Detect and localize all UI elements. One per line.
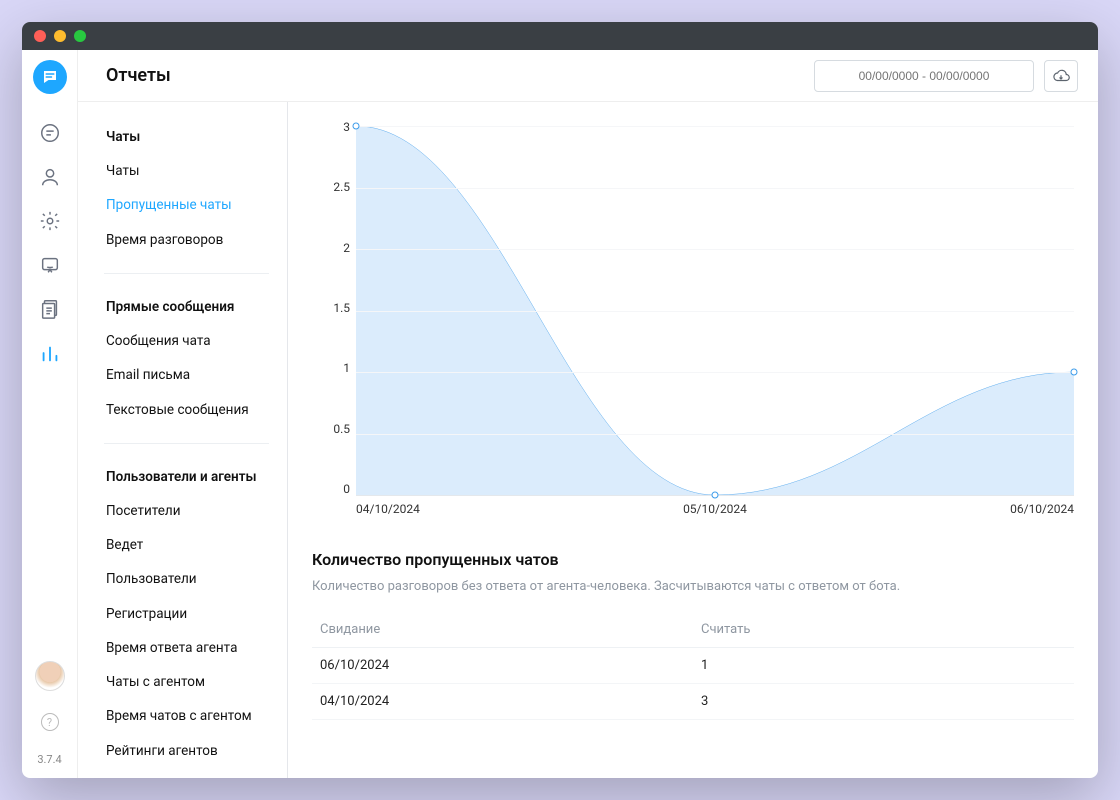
sidebar-item[interactable]: Пропущенные чаты: [78, 188, 287, 222]
page-header: Отчеты: [78, 50, 1098, 102]
sidebar-item[interactable]: Время чатов с агентом: [78, 699, 287, 733]
chart-y-axis: 32.521.510.50: [312, 120, 356, 496]
app-window: ? 3.7.4 Отчеты ЧатыЧатыПропущенные чатыВ…: [22, 22, 1098, 778]
sidebar-item[interactable]: Регистрации: [78, 597, 287, 631]
app-logo[interactable]: [33, 60, 67, 94]
window-minimize-button[interactable]: [54, 30, 66, 42]
app-body: ? 3.7.4 Отчеты ЧатыЧатыПропущенные чатыВ…: [22, 50, 1098, 778]
cell-count: 1: [693, 648, 1074, 684]
sidebar-item[interactable]: Пользователи: [78, 562, 287, 596]
chart-container: 32.521.510.50 04/10/2024 05/10/2024 06/10/…: [312, 120, 1074, 520]
sidebar-group-head[interactable]: Чаты: [78, 120, 287, 154]
cell-count: 3: [693, 684, 1074, 720]
table-row: 04/10/20243: [312, 684, 1074, 720]
date-range-input[interactable]: [814, 60, 1034, 92]
nav-settings-icon[interactable]: [39, 210, 61, 232]
page-title: Отчеты: [106, 65, 171, 86]
sidebar-item[interactable]: Посетители: [78, 494, 287, 528]
chart-plot-area: [356, 126, 1074, 496]
chat-bubble-icon: [41, 68, 59, 86]
sidebar-item[interactable]: Время разговоров: [78, 223, 287, 257]
sidebar-item[interactable]: Рейтинги агентов: [78, 734, 287, 768]
nav-articles-icon[interactable]: [39, 298, 61, 320]
cell-date: 04/10/2024: [312, 684, 693, 720]
sidebar-item[interactable]: Email письма: [78, 358, 287, 392]
help-icon[interactable]: ?: [41, 713, 59, 731]
sidebar-item[interactable]: Сообщения чата: [78, 324, 287, 358]
sidebar-item[interactable]: Текстовые сообщения: [78, 393, 287, 427]
chart-point: [353, 123, 360, 130]
window-titlebar: [22, 22, 1098, 50]
sidebar-item[interactable]: Чаты с агентом: [78, 665, 287, 699]
page-body: ЧатыЧатыПропущенные чатыВремя разговоров…: [78, 102, 1098, 778]
report-sidebar: ЧатыЧатыПропущенные чатыВремя разговоров…: [78, 102, 288, 778]
window-maximize-button[interactable]: [74, 30, 86, 42]
table-header-date: Свидание: [312, 612, 693, 648]
sidebar-group-head[interactable]: Прямые сообщения: [78, 290, 287, 324]
nav-bot-icon[interactable]: [39, 254, 61, 276]
report-main: 32.521.510.50 04/10/2024 05/10/2024 06/10/…: [288, 102, 1098, 778]
section-title: Количество пропущенных чатов: [312, 550, 1074, 569]
window-close-button[interactable]: [34, 30, 46, 42]
cloud-download-icon: [1052, 67, 1070, 85]
table-row: 06/10/20241: [312, 648, 1074, 684]
chart-point: [1071, 369, 1078, 376]
version-label: 3.7.4: [37, 753, 61, 766]
chart-point: [712, 492, 719, 499]
nav-rail: ? 3.7.4: [22, 50, 78, 778]
cell-date: 06/10/2024: [312, 648, 693, 684]
section-description: Количество разговоров без ответа от аген…: [312, 579, 1074, 594]
user-avatar[interactable]: [35, 661, 65, 691]
download-button[interactable]: [1044, 60, 1078, 92]
chart-x-tick: 06/10/2024: [1010, 502, 1074, 520]
table-header-count: Считать: [693, 612, 1074, 648]
sidebar-group-head[interactable]: Пользователи и агенты: [78, 460, 287, 494]
chart-x-axis: 04/10/2024 05/10/2024 06/10/2024: [356, 502, 1074, 520]
sidebar-item[interactable]: Ведет: [78, 528, 287, 562]
data-table: Свидание Считать 06/10/2024104/10/20243: [312, 612, 1074, 720]
sidebar-item[interactable]: Время ответа агента: [78, 631, 287, 665]
content-area: Отчеты ЧатыЧатыПропущенные чатыВремя раз…: [78, 50, 1098, 778]
nav-reports-icon[interactable]: [39, 342, 61, 364]
sidebar-item[interactable]: Чаты: [78, 154, 287, 188]
chart-x-tick: 05/10/2024: [683, 502, 747, 520]
nav-users-icon[interactable]: [39, 166, 61, 188]
sidebar-item[interactable]: Страны: [78, 768, 287, 778]
chart-x-tick: 04/10/2024: [356, 502, 420, 520]
nav-conversations-icon[interactable]: [39, 122, 61, 144]
